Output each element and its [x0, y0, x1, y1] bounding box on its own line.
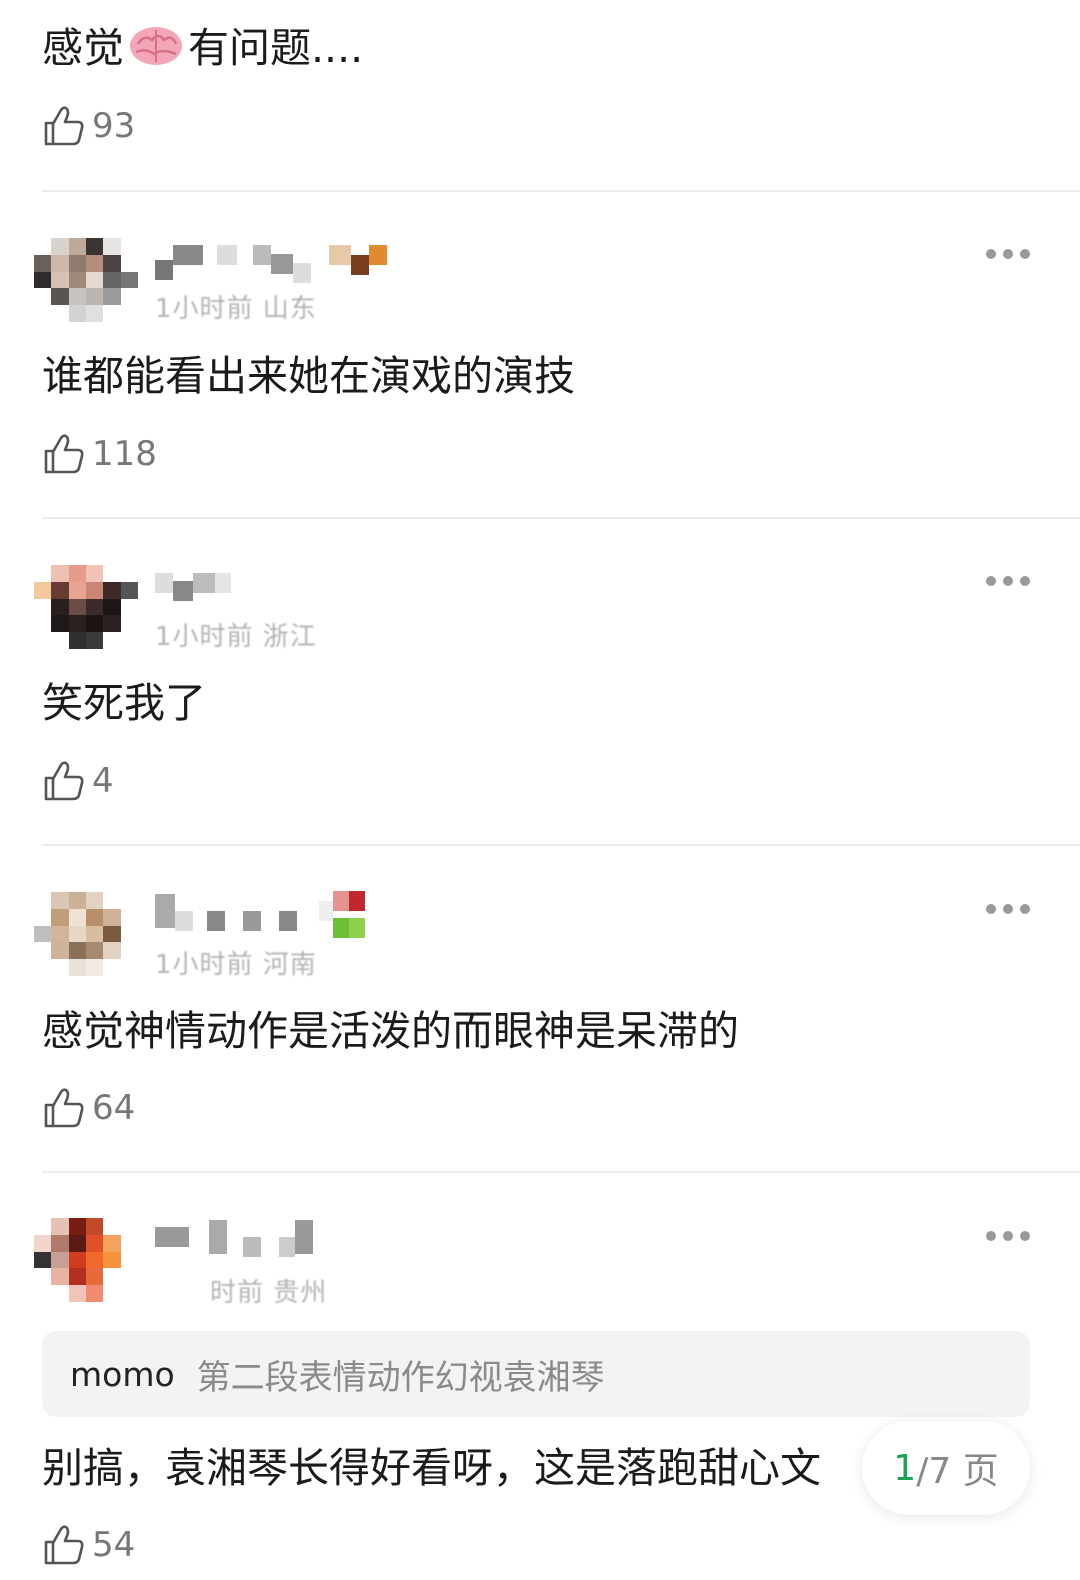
divider [42, 517, 1080, 519]
like-button[interactable]: 4 [42, 757, 114, 805]
more-dots-icon [986, 1231, 996, 1241]
comment-feed: 感觉 有问题.... 93 1小时前 山东 谁都能看出来她在演戏的演技 118 [0, 0, 1080, 1580]
avatar[interactable] [34, 565, 138, 649]
quoted-reply[interactable]: momo 第二段表情动作幻视袁湘琴 [42, 1331, 1030, 1417]
avatar[interactable] [34, 238, 138, 322]
thumbs-up-icon [44, 106, 84, 146]
more-button[interactable] [986, 1230, 1030, 1242]
quoted-username: momo [70, 1354, 175, 1394]
thumbs-up-icon [44, 434, 84, 474]
like-button[interactable]: 54 [42, 1521, 135, 1569]
avatar[interactable] [34, 892, 138, 976]
like-button[interactable]: 93 [42, 102, 135, 150]
username-blurred[interactable] [155, 560, 405, 606]
comment-text: 别搞，袁湘琴长得好看呀，这是落跑甜心文 [42, 1444, 821, 1492]
comment-meta: 1小时前 河南 [155, 950, 317, 980]
comment-text: 感觉 有问题.... [42, 24, 364, 72]
more-dots-icon [986, 576, 996, 586]
like-button[interactable]: 118 [42, 430, 157, 478]
divider [42, 844, 1080, 846]
more-dots-icon [986, 249, 996, 259]
comment-meta: 1小时前 山东 [155, 294, 317, 324]
more-dots-icon [986, 904, 996, 914]
page-total: /7 页 [916, 1451, 999, 1492]
more-button[interactable] [986, 248, 1030, 260]
like-button[interactable]: 64 [42, 1084, 135, 1132]
thumbs-up-icon [44, 1525, 84, 1565]
divider [42, 190, 1080, 192]
like-count: 64 [92, 1088, 136, 1128]
avatar[interactable] [34, 1218, 138, 1302]
comment-text: 笑死我了 [42, 679, 206, 727]
comment-text: 谁都能看出来她在演戏的演技 [42, 352, 575, 400]
username-blurred[interactable] [155, 1214, 405, 1260]
more-button[interactable] [986, 903, 1030, 915]
like-count: 118 [92, 434, 157, 474]
like-count: 93 [92, 106, 136, 146]
page-current: 1 [893, 1447, 917, 1489]
page-indicator[interactable]: 1/7 页 [862, 1421, 1030, 1515]
like-count: 4 [92, 761, 114, 801]
comment-meta: 时前 贵州 [210, 1278, 328, 1308]
quoted-text: 第二段表情动作幻视袁湘琴 [196, 1357, 605, 1398]
thumbs-up-icon [44, 761, 84, 801]
brain-emoji-icon [130, 27, 182, 65]
comment-text: 感觉神情动作是活泼的而眼神是呆滞的 [42, 1007, 739, 1055]
more-button[interactable] [986, 575, 1030, 587]
username-blurred[interactable] [155, 232, 405, 283]
thumbs-up-icon [44, 1088, 84, 1128]
like-count: 54 [92, 1525, 136, 1565]
comment-meta: 1小时前 浙江 [155, 622, 317, 652]
divider [42, 1171, 1080, 1173]
username-blurred[interactable] [155, 888, 405, 938]
